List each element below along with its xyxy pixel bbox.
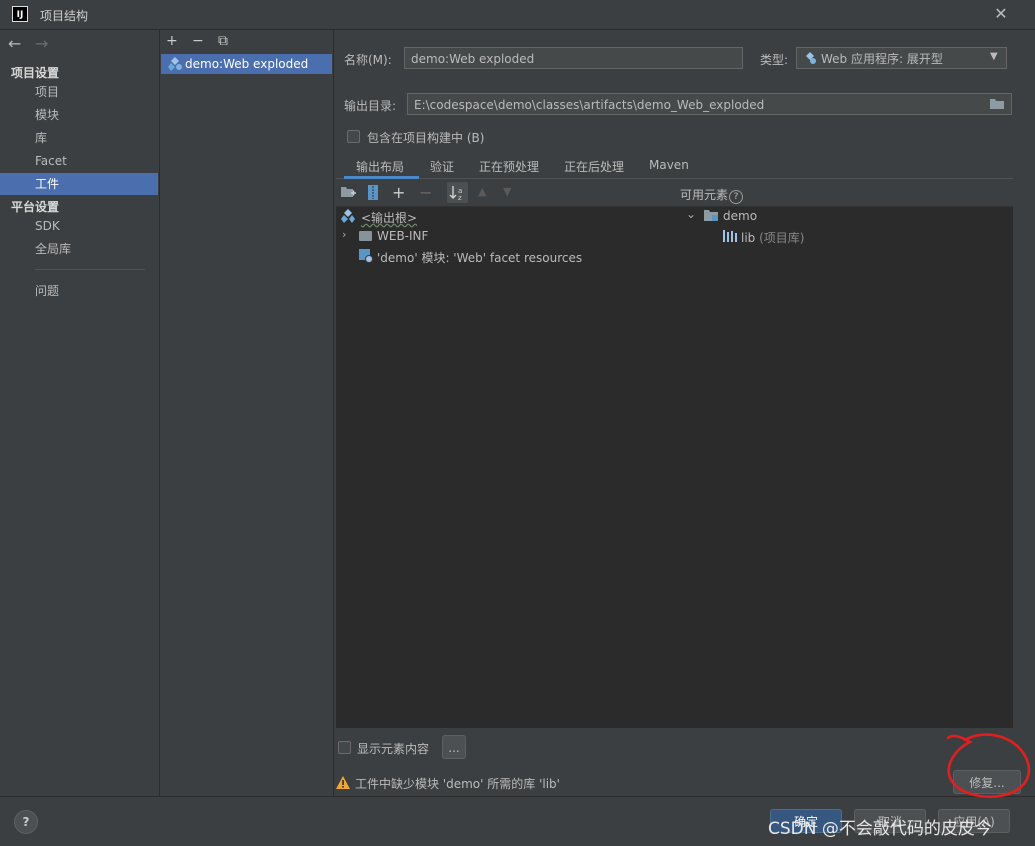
move-up-icon[interactable]: ▲ [478, 185, 486, 198]
facet-resources-node[interactable]: 'demo' 模块: 'Web' facet resources [377, 249, 582, 266]
web-artifact-icon [168, 57, 182, 71]
copy-artifact-button[interactable]: ⧉ [218, 33, 228, 49]
available-lib-node[interactable]: lib (项目库) [741, 229, 805, 246]
include-in-build-label: 包含在项目构建中 (B) [367, 131, 485, 145]
output-root-icon [341, 209, 355, 223]
lib-type: (项目库) [759, 231, 805, 245]
add-artifact-button[interactable]: + [166, 33, 178, 49]
nav-item-global-libraries[interactable]: 全局库 [0, 238, 158, 260]
show-content-checkbox[interactable] [338, 741, 351, 754]
collapse-chevron-icon[interactable]: ⌄ [686, 207, 696, 221]
svg-text:z: z [458, 194, 462, 202]
tab-validation[interactable]: 验证 [430, 158, 454, 175]
nav-item-libraries[interactable]: 库 [0, 127, 158, 149]
output-root-node[interactable]: <输出根> [361, 209, 417, 226]
tabs-divider [336, 178, 1013, 179]
nav-item-project[interactable]: 项目 [0, 81, 158, 103]
warning-icon [336, 776, 350, 789]
web-type-icon [806, 52, 816, 64]
name-field[interactable]: demo:Web exploded [404, 47, 743, 69]
close-icon[interactable]: ✕ [990, 3, 1012, 25]
folder-browse-icon[interactable] [990, 98, 1005, 110]
library-icon [723, 230, 737, 242]
nav-separator [35, 269, 145, 270]
help-button[interactable]: ? [14, 810, 38, 834]
archive-icon[interactable] [367, 185, 379, 200]
add-element-icon[interactable]: + [392, 183, 405, 202]
remove-artifact-button[interactable]: − [192, 33, 204, 49]
available-demo-node[interactable]: demo [723, 209, 757, 223]
csdn-watermark: CSDN @不会敲代码的皮皮今 [768, 819, 992, 839]
nav-item-sdk[interactable]: SDK [0, 215, 158, 237]
title-bar: IJ 项目结构 ✕ [0, 0, 1035, 30]
artifact-name: demo:Web exploded [185, 57, 309, 71]
type-value: Web 应用程序: 展开型 [821, 52, 943, 66]
red-annotation-circle [946, 733, 1031, 798]
web-inf-node[interactable]: WEB-INF [377, 229, 428, 243]
nav-item-modules[interactable]: 模块 [0, 104, 158, 126]
nav-item-problems[interactable]: 问题 [0, 280, 158, 302]
tab-maven[interactable]: Maven [649, 158, 689, 172]
tab-output-layout[interactable]: 输出布局 [356, 158, 404, 175]
nav-item-facets[interactable]: Facet [0, 150, 158, 172]
name-label: 名称(M): [344, 53, 392, 67]
include-in-build-checkbox[interactable] [347, 130, 360, 143]
back-arrow-icon[interactable]: ← [8, 34, 21, 53]
layout-toolbar [336, 180, 1013, 207]
remove-element-icon[interactable]: − [419, 183, 432, 202]
help-circle-icon[interactable]: ? [729, 190, 744, 204]
artifact-list-item[interactable]: demo:Web exploded [161, 54, 332, 74]
output-directory-field[interactable]: E:\codespace\demo\classes\artifacts\demo… [407, 93, 1012, 115]
folder-icon [359, 231, 372, 241]
forward-arrow-icon[interactable]: → [35, 34, 48, 53]
window-title: 项目结构 [40, 9, 89, 23]
lib-name: lib [741, 231, 756, 245]
tab-pre-processing[interactable]: 正在预处理 [479, 158, 539, 175]
type-label: 类型: [760, 53, 789, 67]
type-select[interactable]: Web 应用程序: 展开型 [796, 47, 1007, 69]
output-directory-label: 输出目录: [344, 99, 397, 113]
sort-elements-button[interactable]: az [447, 182, 468, 203]
section-platform-settings: 平台设置 [11, 200, 60, 214]
show-content-options-button[interactable]: ... [442, 735, 466, 759]
active-tab-indicator [344, 176, 419, 179]
show-content-label: 显示元素内容 [357, 742, 430, 756]
expand-chevron-icon[interactable]: › [342, 228, 346, 241]
intellij-app-icon: IJ [12, 6, 28, 22]
available-elements-header: 可用元素? [680, 186, 744, 204]
tab-post-processing[interactable]: 正在后处理 [564, 158, 624, 175]
new-directory-icon[interactable] [341, 186, 356, 199]
missing-library-warning: 工件中缺少模块 'demo' 所需的库 'lib' [355, 777, 560, 791]
module-resources-icon [359, 249, 373, 263]
move-down-icon[interactable]: ▼ [503, 185, 511, 198]
section-project-settings: 项目设置 [11, 66, 60, 80]
module-folder-icon [704, 210, 718, 221]
artifact-list-panel [160, 30, 334, 796]
chevron-down-icon[interactable]: ▼ [990, 51, 998, 62]
nav-item-artifacts[interactable]: 工件 [0, 173, 158, 195]
sort-az-icon: az [449, 186, 462, 202]
available-elements-label: 可用元素 [680, 188, 729, 202]
